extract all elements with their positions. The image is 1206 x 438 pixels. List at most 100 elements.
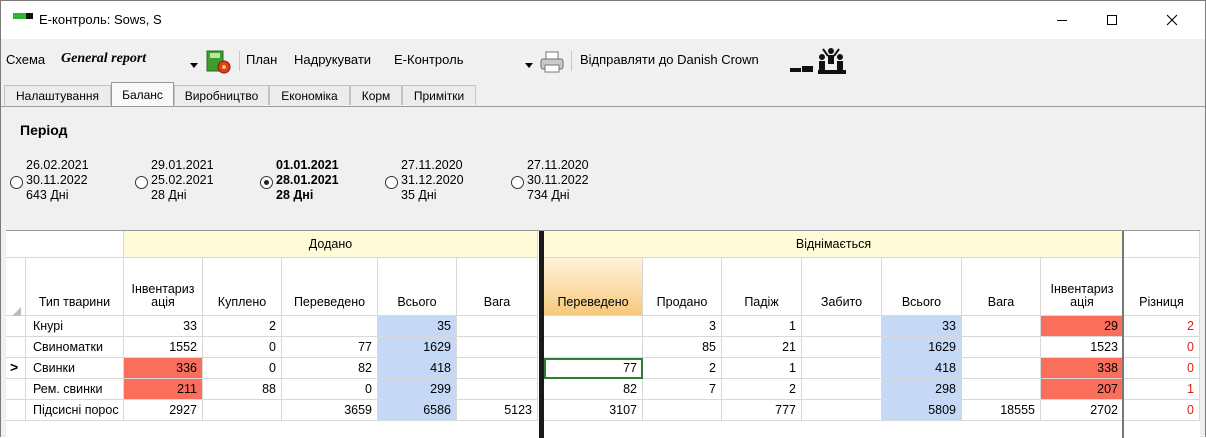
grid-cell[interactable]: 33 <box>882 316 962 337</box>
grid-cell[interactable] <box>802 379 882 400</box>
grid-cell[interactable]: 2 <box>1124 316 1200 337</box>
grid-cell[interactable]: 33 <box>124 316 203 337</box>
grid-cell[interactable]: 6586 <box>378 400 457 421</box>
grid-cell[interactable]: 7 <box>643 379 722 400</box>
grid-cell[interactable]: 0 <box>203 358 282 379</box>
grid-cell[interactable]: 2 <box>203 316 282 337</box>
grid-cell[interactable]: 0 <box>1124 400 1200 421</box>
grid-cell[interactable] <box>457 358 538 379</box>
animal-type-cell[interactable]: Свинки <box>26 358 124 379</box>
animal-type-cell[interactable]: Рем. свинки <box>26 379 124 400</box>
scheme-dropdown-arrow-icon[interactable] <box>190 57 198 71</box>
grid-cell[interactable]: 3659 <box>282 400 378 421</box>
maximize-button[interactable] <box>1089 6 1135 34</box>
grid-cell[interactable] <box>962 316 1041 337</box>
row-header[interactable] <box>6 316 26 337</box>
grid-cell[interactable]: 5123 <box>457 400 538 421</box>
column-header[interactable]: Продано <box>643 258 722 316</box>
radio-unchecked-icon[interactable] <box>10 176 23 189</box>
printer-icon[interactable] <box>539 51 565 76</box>
grid-cell[interactable]: 2702 <box>1041 400 1124 421</box>
grid-cell[interactable]: 0 <box>1124 337 1200 358</box>
grid-cell[interactable]: 18555 <box>962 400 1041 421</box>
grid-cell[interactable] <box>802 400 882 421</box>
grid-cell[interactable]: 29 <box>1041 316 1124 337</box>
grid-cell[interactable]: 1 <box>722 358 802 379</box>
column-header[interactable]: Інвентариз ація <box>124 258 203 316</box>
grid-cell[interactable]: 0 <box>282 379 378 400</box>
grid-cell[interactable] <box>457 337 538 358</box>
animal-type-cell[interactable]: Свиноматки <box>26 337 124 358</box>
grid-cell[interactable]: 2 <box>643 358 722 379</box>
column-header[interactable]: Вага <box>457 258 538 316</box>
column-header[interactable]: Падіж <box>722 258 802 316</box>
column-header[interactable]: Інвентариз ація <box>1041 258 1124 316</box>
grid-cell[interactable]: 3 <box>643 316 722 337</box>
grid-cell[interactable]: 5809 <box>882 400 962 421</box>
grid-cell[interactable] <box>544 337 643 358</box>
row-header[interactable] <box>6 400 26 421</box>
minimize-button[interactable] <box>1039 6 1085 34</box>
grid-cell[interactable] <box>643 400 722 421</box>
grid-cell[interactable]: 211 <box>124 379 203 400</box>
grid-cell[interactable] <box>203 400 282 421</box>
grid-cell[interactable]: 298 <box>882 379 962 400</box>
animal-type-cell[interactable]: Підсисні порос <box>26 400 124 421</box>
column-header[interactable]: Всього <box>882 258 962 316</box>
print-select[interactable]: E-Контроль <box>394 52 463 67</box>
grid-cell[interactable]: 85 <box>643 337 722 358</box>
grid-cell[interactable]: 82 <box>282 358 378 379</box>
grid-cell[interactable] <box>457 379 538 400</box>
grid-cell[interactable]: 1629 <box>378 337 457 358</box>
grid-cell[interactable]: 777 <box>722 400 802 421</box>
plan-button[interactable]: План <box>246 52 277 67</box>
grid-cell[interactable]: 1552 <box>124 337 203 358</box>
tab-notes[interactable]: Примітки <box>402 85 476 105</box>
tab-economy[interactable]: Економіка <box>269 85 350 105</box>
grid-cell[interactable]: 88 <box>203 379 282 400</box>
close-button[interactable] <box>1149 6 1195 34</box>
grid-cell[interactable]: 77 <box>544 358 643 379</box>
grid-cell[interactable]: 1 <box>722 316 802 337</box>
tab-balance[interactable]: Баланс <box>111 82 174 106</box>
animal-type-cell[interactable]: Кнурі <box>26 316 124 337</box>
grid-cell[interactable]: 77 <box>282 337 378 358</box>
grid-cell[interactable] <box>802 316 882 337</box>
column-header[interactable]: Переведено <box>282 258 378 316</box>
grid-cell[interactable]: 2927 <box>124 400 203 421</box>
radio-unchecked-icon[interactable] <box>135 176 148 189</box>
grid-cell[interactable] <box>282 316 378 337</box>
scheme-select[interactable]: General report <box>61 51 146 67</box>
column-header[interactable]: Забито <box>802 258 882 316</box>
radio-unchecked-icon[interactable] <box>385 176 398 189</box>
grid-cell[interactable]: 3107 <box>544 400 643 421</box>
grid-cell[interactable] <box>962 337 1041 358</box>
grid-cell[interactable]: 35 <box>378 316 457 337</box>
grid-cell[interactable] <box>962 358 1041 379</box>
print-dropdown-arrow-icon[interactable] <box>525 57 533 71</box>
grid-cell[interactable] <box>544 316 643 337</box>
grid-cell[interactable]: 0 <box>203 337 282 358</box>
grid-cell[interactable]: 207 <box>1041 379 1124 400</box>
column-header[interactable]: Переведено <box>544 258 643 316</box>
grid-cell[interactable] <box>802 337 882 358</box>
grid-cell[interactable] <box>802 358 882 379</box>
grid-cell[interactable]: 338 <box>1041 358 1124 379</box>
podium-icon[interactable] <box>788 46 858 79</box>
grid-cell[interactable]: 2 <box>722 379 802 400</box>
scheme-settings-icon[interactable] <box>206 49 232 78</box>
tab-production[interactable]: Виробництво <box>174 85 269 105</box>
grid-cell[interactable]: 299 <box>378 379 457 400</box>
row-header[interactable] <box>6 379 26 400</box>
grid-cell[interactable]: 1629 <box>882 337 962 358</box>
radio-unchecked-icon[interactable] <box>511 176 524 189</box>
column-header[interactable]: Тип тварини <box>26 258 124 316</box>
tab-settings[interactable]: Налаштування <box>4 85 111 105</box>
tab-feed[interactable]: Корм <box>350 85 402 105</box>
grid-cell[interactable] <box>962 379 1041 400</box>
grid-cell[interactable]: 336 <box>124 358 203 379</box>
row-header[interactable]: > <box>6 358 26 379</box>
column-header[interactable]: Вага <box>962 258 1041 316</box>
grid-cell[interactable]: 418 <box>882 358 962 379</box>
column-header[interactable]: Різниця <box>1124 258 1200 316</box>
